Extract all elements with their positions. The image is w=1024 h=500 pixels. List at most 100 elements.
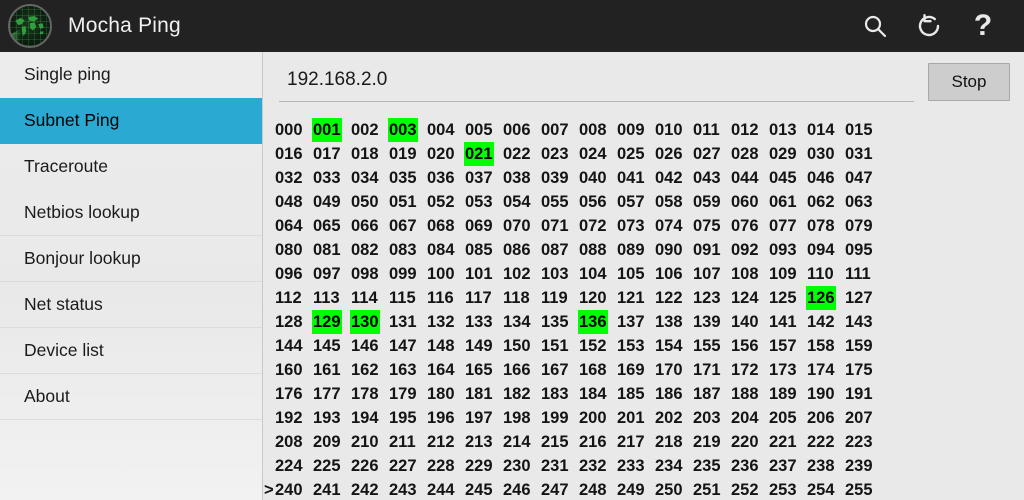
host-cell[interactable]: 045 <box>768 166 806 190</box>
host-cell[interactable]: 193 <box>312 406 350 430</box>
host-cell[interactable]: 048 <box>274 190 312 214</box>
host-cell[interactable]: 015 <box>844 118 882 142</box>
host-cell[interactable]: 186 <box>654 382 692 406</box>
sidebar-item-net-status[interactable]: Net status <box>0 282 262 328</box>
host-cell[interactable]: 225 <box>312 454 350 478</box>
host-cell[interactable]: 155 <box>692 334 730 358</box>
host-cell[interactable]: 088 <box>578 238 616 262</box>
host-cell[interactable]: 137 <box>616 310 654 334</box>
host-cell[interactable]: 156 <box>730 334 768 358</box>
host-cell[interactable]: 214 <box>502 430 540 454</box>
host-cell[interactable]: 147 <box>388 334 426 358</box>
host-cell[interactable]: 056 <box>578 190 616 214</box>
host-cell[interactable]: 042 <box>654 166 692 190</box>
host-cell[interactable]: 060 <box>730 190 768 214</box>
host-cell[interactable]: 031 <box>844 142 882 166</box>
host-cell[interactable]: 171 <box>692 358 730 382</box>
host-cell[interactable]: 039 <box>540 166 578 190</box>
sidebar-item-traceroute[interactable]: Traceroute <box>0 144 262 190</box>
host-cell[interactable]: 086 <box>502 238 540 262</box>
host-cell[interactable]: 111 <box>844 262 882 286</box>
host-cell[interactable]: 255 <box>844 478 882 500</box>
host-cell[interactable]: 237 <box>768 454 806 478</box>
host-cell[interactable]: 195 <box>388 406 426 430</box>
host-cell[interactable]: 036 <box>426 166 464 190</box>
host-cell[interactable]: 215 <box>540 430 578 454</box>
host-cell[interactable]: 063 <box>844 190 882 214</box>
host-cell[interactable]: 073 <box>616 214 654 238</box>
host-cell[interactable]: 227 <box>388 454 426 478</box>
host-cell[interactable]: 210 <box>350 430 388 454</box>
host-cell[interactable]: 244 <box>426 478 464 500</box>
host-cell[interactable]: 035 <box>388 166 426 190</box>
host-cell[interactable]: 246 <box>502 478 540 500</box>
host-cell[interactable]: 242 <box>350 478 388 500</box>
host-cell[interactable]: 236 <box>730 454 768 478</box>
host-cell[interactable]: 221 <box>768 430 806 454</box>
host-cell[interactable]: 032 <box>274 166 312 190</box>
host-cell[interactable]: 222 <box>806 430 844 454</box>
host-cell[interactable]: 055 <box>540 190 578 214</box>
sidebar-item-device-list[interactable]: Device list <box>0 328 262 374</box>
host-cell[interactable]: 085 <box>464 238 502 262</box>
host-cell[interactable]: 179 <box>388 382 426 406</box>
host-cell[interactable]: 037 <box>464 166 502 190</box>
host-cell[interactable]: 146 <box>350 334 388 358</box>
host-cell[interactable]: 019 <box>388 142 426 166</box>
refresh-icon[interactable] <box>902 0 956 52</box>
host-cell[interactable]: 197 <box>464 406 502 430</box>
host-cell[interactable]: 052 <box>426 190 464 214</box>
host-cell[interactable]: 058 <box>654 190 692 214</box>
host-cell[interactable]: 208 <box>274 430 312 454</box>
host-cell[interactable]: 152 <box>578 334 616 358</box>
host-cell[interactable]: 069 <box>464 214 502 238</box>
host-cell[interactable]: 116 <box>426 286 464 310</box>
host-cell[interactable]: 062 <box>806 190 844 214</box>
host-cell[interactable]: 233 <box>616 454 654 478</box>
host-cell[interactable]: 095 <box>844 238 882 262</box>
host-cell[interactable]: 165 <box>464 358 502 382</box>
host-cell[interactable]: 159 <box>844 334 882 358</box>
host-cell[interactable]: 083 <box>388 238 426 262</box>
host-cell[interactable]: 153 <box>616 334 654 358</box>
host-cell[interactable]: 081 <box>312 238 350 262</box>
host-cell[interactable]: 212 <box>426 430 464 454</box>
host-cell[interactable]: 207 <box>844 406 882 430</box>
host-cell[interactable]: 216 <box>578 430 616 454</box>
host-cell[interactable]: 097 <box>312 262 350 286</box>
host-cell[interactable]: 007 <box>540 118 578 142</box>
host-cell[interactable]: 110 <box>806 262 844 286</box>
host-cell[interactable]: 093 <box>768 238 806 262</box>
host-cell[interactable]: 078 <box>806 214 844 238</box>
host-cell[interactable]: 144 <box>274 334 312 358</box>
host-cell[interactable]: 053 <box>464 190 502 214</box>
host-cell[interactable]: 024 <box>578 142 616 166</box>
host-cell[interactable]: 250 <box>654 478 692 500</box>
host-cell[interactable]: 150 <box>502 334 540 358</box>
host-cell[interactable]: 189 <box>768 382 806 406</box>
sidebar-item-bonjour-lookup[interactable]: Bonjour lookup <box>0 236 262 282</box>
host-cell[interactable]: 200 <box>578 406 616 430</box>
host-cell[interactable]: 004 <box>426 118 464 142</box>
host-cell[interactable]: 000 <box>274 118 312 142</box>
host-cell[interactable]: 162 <box>350 358 388 382</box>
host-cell[interactable]: 070 <box>502 214 540 238</box>
host-cell[interactable]: 014 <box>806 118 844 142</box>
host-cell[interactable]: >240 <box>264 478 312 500</box>
host-cell[interactable]: 122 <box>654 286 692 310</box>
host-cell[interactable]: 217 <box>616 430 654 454</box>
host-cell[interactable]: 126 <box>806 286 844 310</box>
host-cell[interactable]: 115 <box>388 286 426 310</box>
host-cell[interactable]: 191 <box>844 382 882 406</box>
host-cell[interactable]: 114 <box>350 286 388 310</box>
host-cell[interactable]: 089 <box>616 238 654 262</box>
host-cell[interactable]: 049 <box>312 190 350 214</box>
sidebar-item-subnet-ping[interactable]: Subnet Ping <box>0 98 262 144</box>
host-cell[interactable]: 120 <box>578 286 616 310</box>
host-cell[interactable]: 094 <box>806 238 844 262</box>
host-cell[interactable]: 121 <box>616 286 654 310</box>
host-cell[interactable]: 148 <box>426 334 464 358</box>
host-cell[interactable]: 226 <box>350 454 388 478</box>
host-cell[interactable]: 132 <box>426 310 464 334</box>
host-cell[interactable]: 218 <box>654 430 692 454</box>
